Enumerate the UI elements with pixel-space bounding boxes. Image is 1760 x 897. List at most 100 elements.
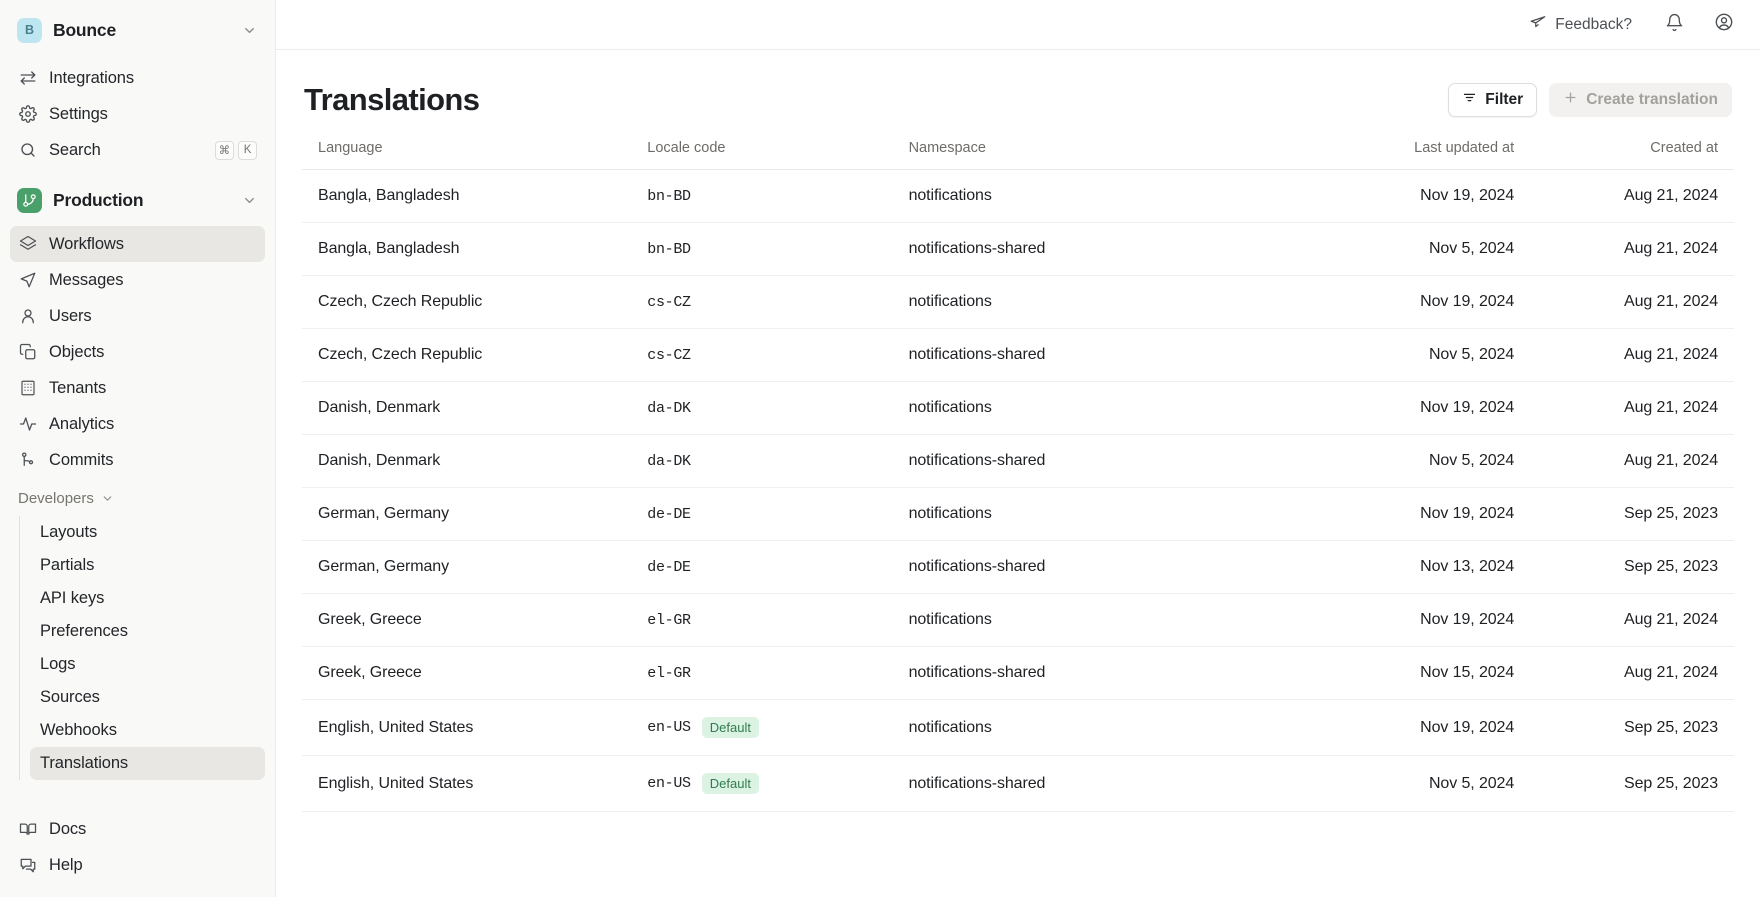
table-row[interactable]: Czech, Czech Republic cs-CZ notifications-… <box>302 328 1734 382</box>
column-header-last-updated[interactable]: Last updated at <box>1253 140 1531 170</box>
sidebar-item-label: Partials <box>40 556 95 574</box>
sidebar-bottom-group: Docs Help <box>0 811 275 897</box>
sidebar-item-sources[interactable]: Sources <box>30 681 265 714</box>
locale-wrapper: cs-CZ <box>647 347 876 364</box>
bell-icon <box>1665 13 1684 37</box>
feedback-button[interactable]: Feedback? <box>1523 8 1638 41</box>
cell-namespace: notifications <box>892 275 1254 329</box>
sidebar-item-analytics[interactable]: Analytics <box>10 406 265 442</box>
sidebar-item-api-keys[interactable]: API keys <box>30 582 265 615</box>
table-row[interactable]: Bangla, Bangladesh bn-BD notifications-sha… <box>302 222 1734 276</box>
create-translation-button[interactable]: Create translation <box>1549 83 1732 117</box>
sidebar-item-users[interactable]: Users <box>10 298 265 334</box>
sidebar-item-translations[interactable]: Translations <box>30 747 265 780</box>
table-row[interactable]: German, Germany de-DE notifications Nov 19,… <box>302 487 1734 541</box>
table-head: Language Locale code Namespace Last upda… <box>302 140 1734 170</box>
app-root: B Bounce Integrations Settings Search ⌘ … <box>0 0 1760 897</box>
locale-code-text: bn-BD <box>647 240 691 258</box>
account-button[interactable] <box>1710 11 1738 39</box>
cell-created: Aug 21, 2024 <box>1530 593 1734 647</box>
sidebar-item-label: Webhooks <box>40 721 117 739</box>
table-row[interactable]: Czech, Czech Republic cs-CZ notifications N… <box>302 275 1734 329</box>
sidebar-item-tenants[interactable]: Tenants <box>10 370 265 406</box>
search-shortcut: ⌘ K <box>214 140 257 160</box>
column-header-namespace[interactable]: Namespace <box>892 140 1254 170</box>
sidebar-item-settings[interactable]: Settings <box>10 96 265 132</box>
table-row[interactable]: Danish, Denmark da-DK notifications-shared… <box>302 434 1734 488</box>
sidebar-item-docs[interactable]: Docs <box>10 811 265 847</box>
building-icon <box>18 379 37 398</box>
sidebar-item-integrations[interactable]: Integrations <box>10 60 265 96</box>
chevron-down-icon <box>242 193 257 208</box>
table-row[interactable]: Greek, Greece el-GR notifications-shared No… <box>302 646 1734 700</box>
locale-wrapper: da-DK <box>647 453 876 470</box>
column-header-created[interactable]: Created at <box>1530 140 1734 170</box>
locale-wrapper: el-GR <box>647 665 876 682</box>
table-row[interactable]: English, United States en-US Default notifi… <box>302 755 1734 812</box>
sidebar-item-label: Sources <box>40 688 100 706</box>
sidebar-item-objects[interactable]: Objects <box>10 334 265 370</box>
cell-created: Sep 25, 2023 <box>1530 540 1734 594</box>
sidebar-item-label: Analytics <box>49 414 115 433</box>
column-header-language[interactable]: Language <box>302 140 632 170</box>
sidebar-item-commits[interactable]: Commits <box>10 442 265 478</box>
cell-locale-code: de-DE <box>631 487 893 541</box>
sidebar-item-label: Objects <box>49 342 105 361</box>
table-row[interactable]: Bangla, Bangladesh bn-BD notifications Nov … <box>302 169 1734 223</box>
filter-button[interactable]: Filter <box>1448 83 1538 117</box>
locale-code-text: el-GR <box>647 664 691 682</box>
kbd-cmd: ⌘ <box>214 140 234 160</box>
column-header-locale[interactable]: Locale code <box>631 140 893 170</box>
sidebar-item-preferences[interactable]: Preferences <box>30 615 265 648</box>
user-circle-icon <box>1714 12 1734 37</box>
cell-language: German, Germany <box>302 540 632 594</box>
sidebar-item-workflows[interactable]: Workflows <box>10 226 265 262</box>
sidebar-item-layouts[interactable]: Layouts <box>30 516 265 549</box>
sidebar-item-partials[interactable]: Partials <box>30 549 265 582</box>
cell-namespace: notifications-shared <box>892 434 1254 488</box>
cell-language: Danish, Denmark <box>302 381 632 435</box>
cell-locale-code: cs-CZ <box>631 328 893 382</box>
sidebar-item-logs[interactable]: Logs <box>30 648 265 681</box>
table-row[interactable]: English, United States en-US Default notifi… <box>302 699 1734 756</box>
table-row[interactable]: Greek, Greece el-GR notifications Nov 19, 2… <box>302 593 1734 647</box>
environment-switcher[interactable]: Production <box>10 178 265 222</box>
sidebar-item-label: Workflows <box>49 234 124 253</box>
sidebar-item-search[interactable]: Search ⌘ K <box>10 132 265 168</box>
table-row[interactable]: Danish, Denmark da-DK notifications Nov 19,… <box>302 381 1734 435</box>
cell-created: Aug 21, 2024 <box>1530 169 1734 223</box>
chat-help-icon <box>18 856 37 875</box>
cell-last-updated: Nov 19, 2024 <box>1253 381 1531 435</box>
locale-wrapper: cs-CZ <box>647 294 876 311</box>
table-body: Bangla, Bangladesh bn-BD notifications Nov … <box>302 169 1734 812</box>
table-row[interactable]: German, Germany de-DE notifications-shared… <box>302 540 1734 594</box>
plus-icon <box>1563 90 1578 110</box>
sidebar-item-label: Users <box>49 306 92 325</box>
filter-icon <box>1462 90 1477 110</box>
sidebar-item-label: Help <box>49 855 83 874</box>
cell-language: Danish, Denmark <box>302 434 632 488</box>
cell-last-updated: Nov 19, 2024 <box>1253 275 1531 329</box>
locale-code-text: de-DE <box>647 505 691 523</box>
table-header-row: Language Locale code Namespace Last upda… <box>302 140 1734 170</box>
default-badge: Default <box>701 717 759 738</box>
notifications-button[interactable] <box>1660 11 1688 39</box>
sidebar-item-label: Commits <box>49 450 114 469</box>
sidebar-item-messages[interactable]: Messages <box>10 262 265 298</box>
sidebar-item-label: Settings <box>49 104 108 123</box>
page-header: Translations Filter Create translation <box>302 50 1734 140</box>
cell-namespace: notifications-shared <box>892 540 1254 594</box>
locale-code-text: da-DK <box>647 399 691 417</box>
user-icon <box>18 307 37 326</box>
cell-last-updated: Nov 15, 2024 <box>1253 646 1531 700</box>
search-icon <box>18 141 37 160</box>
sidebar-item-webhooks[interactable]: Webhooks <box>30 714 265 747</box>
sidebar-item-help[interactable]: Help <box>10 847 265 883</box>
filter-label: Filter <box>1485 91 1524 108</box>
sidebar-item-label: Logs <box>40 655 76 673</box>
developers-section-toggle[interactable]: Developers <box>10 482 265 514</box>
locale-code-text: en-US <box>647 719 691 736</box>
locale-code-text: de-DE <box>647 558 691 576</box>
sidebar-item-label: Docs <box>49 819 87 838</box>
org-switcher[interactable]: B Bounce <box>10 4 265 56</box>
